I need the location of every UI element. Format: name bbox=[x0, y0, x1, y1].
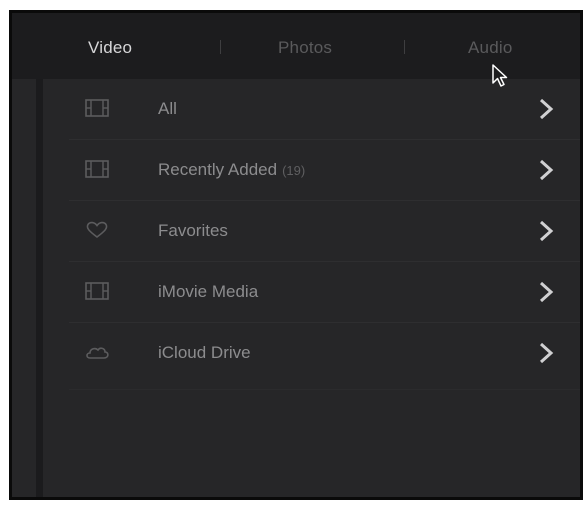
media-browser-panel: Video Photos Audio All Recently Added (1… bbox=[12, 13, 580, 497]
app-window: Video Photos Audio All Recently Added (1… bbox=[9, 10, 583, 500]
heart-icon bbox=[86, 221, 108, 239]
chevron-right-icon bbox=[539, 98, 554, 120]
list-item-label: Favorites bbox=[158, 221, 228, 240]
list-item-label: All bbox=[158, 99, 177, 118]
film-icon bbox=[85, 282, 109, 300]
list-item-label: iMovie Media bbox=[158, 282, 259, 301]
tab-video[interactable]: Video bbox=[88, 38, 132, 58]
item-count: (19) bbox=[282, 163, 306, 178]
cloud-icon bbox=[86, 347, 109, 359]
list-item-label: iCloud Drive bbox=[158, 343, 251, 362]
chevron-right-icon bbox=[539, 281, 554, 303]
list-item-recently-added[interactable]: Recently Added (19) bbox=[43, 140, 580, 201]
film-icon bbox=[85, 160, 109, 178]
tab-separator bbox=[220, 40, 221, 54]
list-item-favorites[interactable]: Favorites bbox=[43, 201, 580, 262]
chevron-right-icon bbox=[539, 342, 554, 364]
tab-photos[interactable]: Photos bbox=[278, 38, 332, 58]
chevron-right-icon bbox=[539, 220, 554, 242]
chevron-right-icon bbox=[539, 159, 554, 181]
tab-audio[interactable]: Audio bbox=[468, 38, 512, 58]
list-item-label: Recently Added (19) bbox=[158, 160, 306, 179]
tab-separator bbox=[404, 40, 405, 54]
mouse-cursor-icon bbox=[492, 64, 508, 87]
section-divider bbox=[69, 389, 580, 390]
list-item-imovie-media[interactable]: iMovie Media bbox=[43, 262, 580, 323]
sidebar-edge bbox=[36, 79, 43, 497]
list-item-icloud-drive[interactable]: iCloud Drive bbox=[43, 323, 580, 384]
film-icon bbox=[85, 99, 109, 117]
